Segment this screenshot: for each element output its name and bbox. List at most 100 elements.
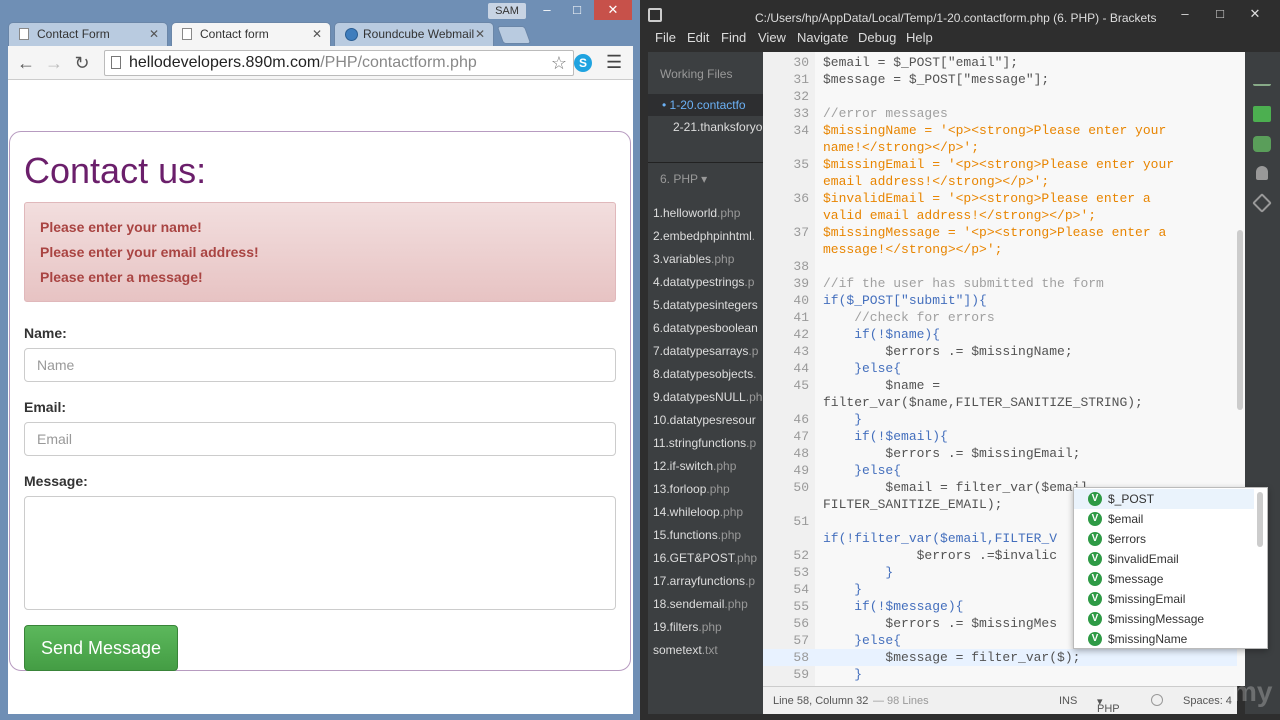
line-number: 35 <box>793 157 809 172</box>
name-field[interactable]: Name <box>24 348 616 382</box>
menu-view[interactable]: View <box>758 30 786 45</box>
live-preview-icon[interactable] <box>1253 76 1271 86</box>
menu-help[interactable]: Help <box>906 30 933 45</box>
line-text: $invalidEmail = '<p><strong>Please enter… <box>823 191 1151 206</box>
project-file-item[interactable]: sometext.txt <box>653 643 718 657</box>
code-hint-item[interactable]: V $message <box>1074 569 1254 589</box>
line-number: 49 <box>793 463 809 478</box>
close-window-button[interactable]: ✕ <box>594 0 632 20</box>
project-file-item[interactable]: 11.stringfunctions.p <box>653 436 756 450</box>
forward-icon[interactable]: → <box>42 51 66 75</box>
line-text: if(!$name){ <box>823 327 941 342</box>
user-badge[interactable]: SAM <box>488 3 526 19</box>
browser-window: SAM – □ ✕ Contact Form ✕ Contact form ✕ … <box>0 0 640 720</box>
close-icon[interactable]: ✕ <box>312 23 322 45</box>
hint-scrollbar[interactable] <box>1257 492 1263 547</box>
working-file-item[interactable]: 2-21.thanksforyo <box>673 120 762 134</box>
indent-settings[interactable]: Spaces: 4 <box>1183 695 1232 707</box>
address-bar[interactable]: hellodevelopers.890m.com/PHP/contactform… <box>104 50 574 76</box>
close-icon[interactable]: ✕ <box>149 23 159 45</box>
layers-icon[interactable] <box>1252 193 1272 213</box>
project-file-item[interactable]: 15.functions.php <box>653 528 741 542</box>
skype-icon[interactable]: S <box>574 54 592 72</box>
project-file-item[interactable]: 18.sendemail.php <box>653 597 748 611</box>
language-selector[interactable]: PHP ▾ <box>1097 695 1120 715</box>
file-extension: .txt <box>701 643 718 657</box>
project-file-item[interactable]: 5.datatypesintegers <box>653 298 758 312</box>
line-number: 45 <box>793 378 809 393</box>
code-hint-item[interactable]: V $missingMessage <box>1074 609 1254 629</box>
maximize-button[interactable]: □ <box>1205 6 1235 21</box>
hint-label: $missingMessage <box>1108 612 1205 626</box>
project-file-item[interactable]: 19.filters.php <box>653 620 722 634</box>
code-hint-popup: V $_POST V $email V $errors V $invalidEmail V $me… <box>1073 487 1268 649</box>
project-file-item[interactable]: 8.datatypesobjects. <box>653 367 756 381</box>
code-line: 38 <box>763 258 1237 275</box>
linting-status-icon[interactable] <box>1151 694 1163 706</box>
minimize-button[interactable]: – <box>532 0 562 20</box>
menu-navigate[interactable]: Navigate <box>797 30 848 45</box>
working-file-item[interactable]: • 1-20.contactfo <box>662 98 746 112</box>
code-line: 48 $errors .= $missingEmail; <box>763 445 1237 462</box>
code-hint-item[interactable]: V $missingName <box>1074 629 1254 649</box>
code-hint-item[interactable]: V $missingEmail <box>1074 589 1254 609</box>
line-text: if($_POST["submit"]){ <box>823 293 987 308</box>
reload-icon[interactable]: ↻ <box>70 51 94 75</box>
project-file-item[interactable]: 14.whileloop.php <box>653 505 743 519</box>
project-file-item[interactable]: 4.datatypestrings.p <box>653 275 754 289</box>
line-number: 52 <box>793 548 809 563</box>
file-name: 10.datatypesresour <box>653 413 756 427</box>
insert-mode[interactable]: INS <box>1059 695 1077 707</box>
line-text: $missingEmail = '<p><strong>Please enter… <box>823 157 1175 172</box>
status-bar: Line 58, Column 32 — 98 Lines INS PHP ▾ … <box>763 686 1237 715</box>
message-field[interactable] <box>24 496 616 610</box>
project-file-item[interactable]: 3.variables.php <box>653 252 734 266</box>
line-text: name!</strong></p>'; <box>823 140 980 155</box>
project-file-item[interactable]: 16.GET&POST.php <box>653 551 757 565</box>
new-tab-button[interactable] <box>496 26 532 44</box>
back-icon[interactable]: ← <box>14 51 38 75</box>
line-text: } <box>823 667 863 682</box>
project-file-item[interactable]: 1.helloworld.php <box>653 206 740 220</box>
working-files-header: Working Files <box>660 67 733 81</box>
project-file-item[interactable]: 9.datatypesNULL.ph <box>653 390 762 404</box>
file-extension: .php <box>717 528 742 542</box>
menu-find[interactable]: Find <box>721 30 746 45</box>
code-hint-item[interactable]: V $email <box>1074 509 1254 529</box>
email-field[interactable]: Email <box>24 422 616 456</box>
maximize-button[interactable]: □ <box>562 0 592 20</box>
file-extension: .php <box>724 597 748 611</box>
menu-file[interactable]: File <box>655 30 676 45</box>
bookmark-star-icon[interactable]: ☆ <box>551 51 567 75</box>
project-file-item[interactable]: 7.datatypesarrays.p <box>653 344 758 358</box>
send-message-button[interactable]: Send Message <box>24 625 178 671</box>
project-file-item[interactable]: 13.forloop.php <box>653 482 730 496</box>
menu-debug[interactable]: Debug <box>858 30 896 45</box>
project-file-item[interactable]: 12.if-switch.php <box>653 459 736 473</box>
editor-scroll-thumb[interactable] <box>1237 230 1243 410</box>
line-number: 58 <box>793 650 809 665</box>
extension-manager-icon[interactable] <box>1253 106 1271 122</box>
project-file-item[interactable]: 2.embedphpinhtml. <box>653 229 755 243</box>
code-hint-item[interactable]: V $_POST <box>1074 489 1254 509</box>
lightbulb-icon[interactable] <box>1256 166 1268 180</box>
close-window-button[interactable]: ✕ <box>1240 6 1270 22</box>
code-hint-item[interactable]: V $invalidEmail <box>1074 549 1254 569</box>
line-number: 44 <box>793 361 809 376</box>
tab-contact-form-2[interactable]: Contact form ✕ <box>171 22 331 46</box>
project-file-item[interactable]: 6.datatypesboolean <box>653 321 758 335</box>
project-dropdown[interactable]: 6. PHP ▾ <box>660 172 707 186</box>
project-file-item[interactable]: 10.datatypesresour <box>653 413 756 427</box>
project-file-item[interactable]: 17.arrayfunctions.p <box>653 574 755 588</box>
tab-contact-form-1[interactable]: Contact Form ✕ <box>8 22 168 46</box>
minimize-button[interactable]: – <box>1170 6 1200 21</box>
menu-edit[interactable]: Edit <box>687 30 709 45</box>
line-text: $message = filter_var($); <box>823 650 1081 665</box>
extension-icon[interactable] <box>1253 136 1271 152</box>
close-icon[interactable]: ✕ <box>475 23 485 45</box>
line-text: $message = $_POST["message"]; <box>823 72 1050 87</box>
chrome-menu-icon[interactable]: ☰ <box>606 52 622 73</box>
hint-label: $message <box>1108 572 1164 586</box>
tab-roundcube[interactable]: Roundcube Webmail ✕ <box>334 22 494 46</box>
code-hint-item[interactable]: V $errors <box>1074 529 1254 549</box>
